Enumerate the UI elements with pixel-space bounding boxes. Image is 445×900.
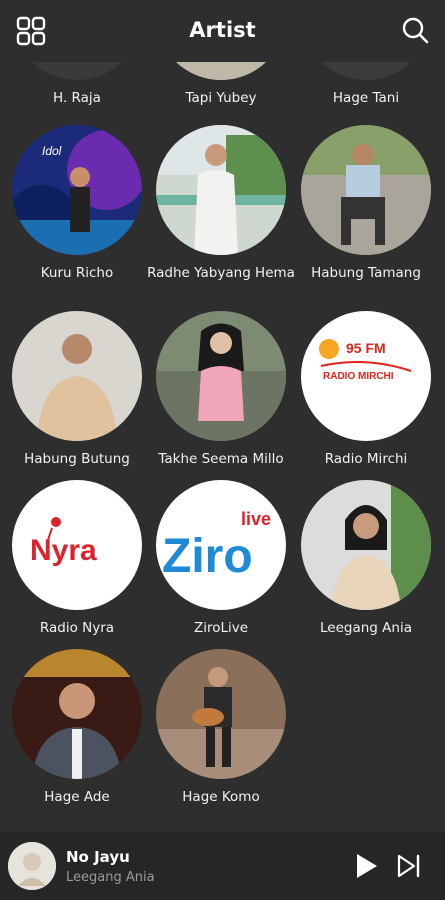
now-playing-title: No Jayu	[66, 848, 130, 866]
artist-name: Tapi Yubey	[185, 90, 257, 106]
top-app-bar: Artist	[0, 0, 445, 62]
artist-avatar	[156, 649, 286, 779]
artist-avatar: 95 FM RADIO MIRCHI	[301, 311, 431, 441]
artist-name: Hage Komo	[182, 789, 260, 805]
artist-card[interactable]: live Ziro ZiroLive	[146, 480, 296, 637]
now-playing-artwork	[8, 842, 56, 890]
artist-name: Hage Tani	[332, 90, 400, 106]
artist-card[interactable]: Leegang Ania	[291, 480, 441, 637]
artist-avatar	[301, 125, 431, 255]
play-icon[interactable]	[352, 852, 380, 880]
artist-name: ZiroLive	[193, 620, 249, 636]
artist-name: Radio Mirchi	[324, 451, 408, 467]
artist-card[interactable]: Hage Ade	[2, 649, 152, 806]
artist-name: Hage Ade	[44, 789, 110, 805]
artist-card[interactable]: Habung Butung	[2, 311, 152, 468]
mini-player[interactable]: No Jayu Leegang Ania	[0, 832, 445, 900]
radio-mirchi-wordmark: RADIO MIRCHI	[323, 371, 394, 382]
artist-card[interactable]: Hage Komo	[146, 649, 296, 806]
artist-avatar	[301, 480, 431, 610]
artist-card[interactable]: 95 FM RADIO MIRCHI Radio Mirchi	[291, 311, 441, 468]
artist-name: Radio Nyra	[39, 620, 115, 636]
artist-avatar	[12, 649, 142, 779]
ziro-live-logo-live: live	[241, 509, 271, 529]
artist-name: Habung Butung	[24, 451, 130, 467]
artist-name: H. Raja	[53, 90, 101, 106]
nyra-logo: Nyra	[30, 534, 97, 567]
artist-avatar: Nyra	[12, 480, 142, 610]
artist-card[interactable]: Nyra Radio Nyra	[2, 480, 152, 637]
artist-avatar: live Ziro	[156, 480, 286, 610]
page-title: Artist	[189, 18, 256, 42]
artist-card[interactable]: Habung Tamang	[291, 125, 441, 282]
artist-card[interactable]: Idol Kuru Richo	[2, 125, 152, 282]
artist-name: Radhe Yabyang Hema	[147, 265, 295, 281]
artist-avatar	[12, 311, 142, 441]
artist-avatar: Idol	[12, 125, 142, 255]
artist-name: Kuru Richo	[40, 265, 114, 281]
radio-mirchi-fm-logo: 95 FM	[346, 340, 386, 356]
artist-card[interactable]: Takhe Seema Millo	[146, 311, 296, 468]
artist-name: Habung Tamang	[311, 265, 421, 281]
artist-card[interactable]: Radhe Yabyang Hema	[146, 125, 296, 282]
search-icon[interactable]	[401, 16, 429, 44]
artist-avatar	[156, 311, 286, 441]
now-playing-artist: Leegang Ania	[66, 870, 155, 885]
artist-avatar	[156, 125, 286, 255]
artist-name: Takhe Seema Millo	[158, 451, 284, 467]
skip-next-icon[interactable]	[396, 853, 422, 879]
ziro-live-logo-ziro: Ziro	[162, 530, 253, 583]
artist-name: Leegang Ania	[320, 620, 412, 636]
svg-text:Idol: Idol	[42, 144, 62, 158]
